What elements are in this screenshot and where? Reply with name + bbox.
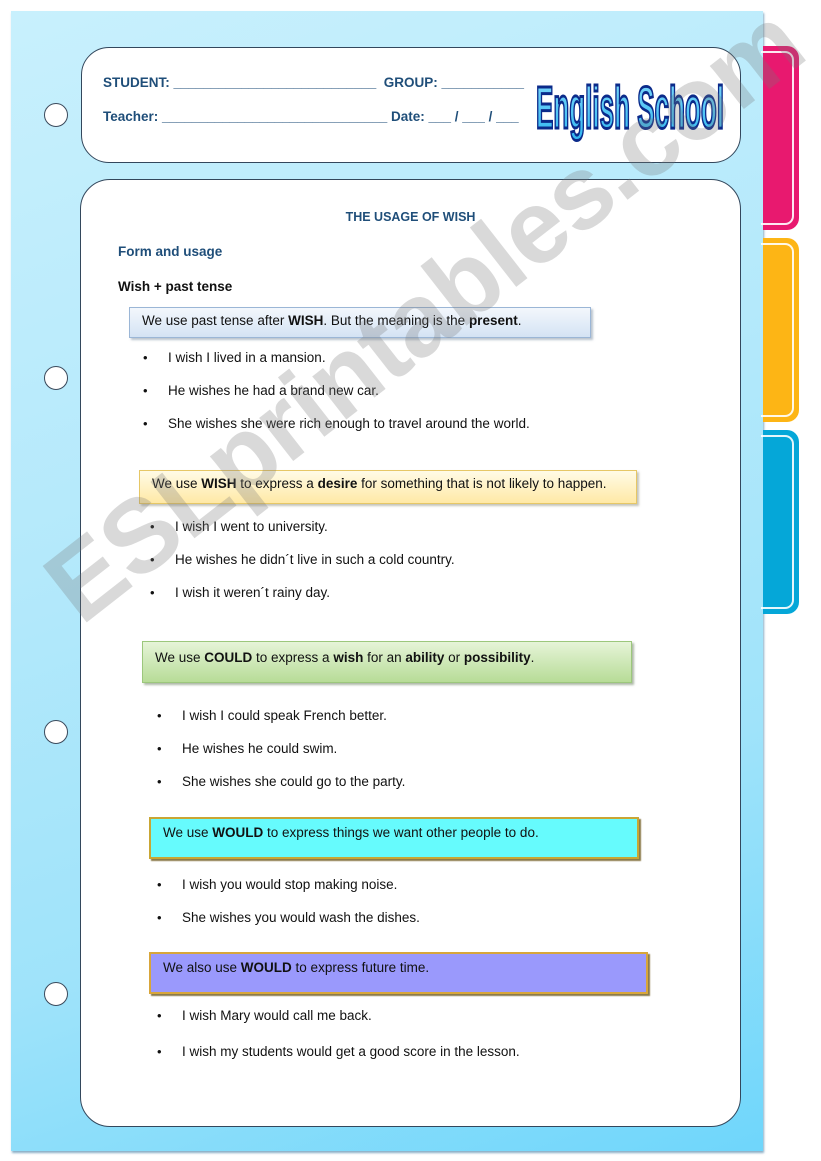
example-sentence: I wish it weren´t rainy day. <box>150 585 455 618</box>
logo-text: English School <box>536 76 724 142</box>
english-school-logo: English School <box>535 75 726 143</box>
example-sentence: I wish I could speak French better. <box>157 708 405 741</box>
student-group-line: STUDENT: ___________________________ GRO… <box>103 75 525 90</box>
lesson-title: THE USAGE OF WISH <box>345 210 476 224</box>
rule-text: to express things we want other people t… <box>263 825 539 840</box>
example-list: I wish Mary would call me back.I wish my… <box>157 1008 520 1080</box>
rule-text: to express a <box>236 476 318 491</box>
student-info-card: STUDENT: ___________________________ GRO… <box>81 47 741 163</box>
rule-keyword: possibility <box>463 650 531 665</box>
rule-keyword: WISH <box>288 313 324 328</box>
example-sentence: He wishes he didn´t live in such a cold … <box>150 552 455 585</box>
lesson-card: THE USAGE OF WISH Form and usage Wish + … <box>80 179 741 1127</box>
section-heading: Form and usage <box>118 244 223 259</box>
rule-text: . But the meaning is the <box>323 313 469 328</box>
rule-text: We use <box>152 476 202 491</box>
example-sentence: I wish I lived in a mansion. <box>143 350 530 383</box>
rule-keyword: WOULD <box>212 825 264 840</box>
binder-hole <box>44 366 68 390</box>
example-list: I wish I lived in a mansion.He wishes he… <box>143 350 530 449</box>
divider-tab-blue <box>761 430 799 614</box>
binder-hole <box>44 982 68 1006</box>
example-list: I wish I went to university.He wishes he… <box>150 519 455 618</box>
example-sentence: He wishes he could swim. <box>157 741 405 774</box>
rule-keyword: COULD <box>204 650 253 665</box>
example-sentence: She wishes you would wash the dishes. <box>157 910 420 943</box>
rule-text: We use past tense after <box>142 313 289 328</box>
example-sentence: He wishes he had a brand new car. <box>143 383 530 416</box>
binder-hole <box>44 103 68 127</box>
rule-keyword: wish <box>333 650 364 665</box>
divider-tab-yellow <box>761 238 799 422</box>
example-sentence: She wishes she were rich enough to trave… <box>143 416 530 449</box>
rule-text: . <box>517 313 522 328</box>
example-list: I wish I could speak French better.He wi… <box>157 708 405 807</box>
example-sentence: I wish I went to university. <box>150 519 455 552</box>
rule-text: or <box>444 650 464 665</box>
teacher-date-line: Teacher: ______________________________ … <box>103 109 519 124</box>
rule-text: . <box>530 650 535 665</box>
rule-keyword: ability <box>405 650 445 665</box>
example-sentence: I wish my students would get a good scor… <box>157 1044 520 1080</box>
rule-box-past-tense: We use past tense after WISH. But the me… <box>129 307 591 338</box>
binder-hole <box>44 720 68 744</box>
example-sentence: I wish Mary would call me back. <box>157 1008 520 1044</box>
rule-keyword: desire <box>317 476 358 491</box>
rule-text: We use <box>155 650 205 665</box>
divider-tab-pink <box>761 46 799 230</box>
rule-keyword: present <box>468 313 518 328</box>
rule-box-would-future: We also use WOULD to express future time… <box>149 952 648 994</box>
example-sentence: She wishes she could go to the party. <box>157 774 405 807</box>
rule-text: We use <box>163 825 213 840</box>
rule-text: for an <box>363 650 406 665</box>
rule-box-would-others: We use WOULD to express things we want o… <box>149 817 639 859</box>
rule-text: to express a <box>252 650 334 665</box>
subheading: Wish + past tense <box>118 279 233 294</box>
rule-text: for something that is not likely to happ… <box>357 476 607 491</box>
rule-keyword: WOULD <box>240 960 292 975</box>
example-sentence: I wish you would stop making noise. <box>157 877 420 910</box>
example-list: I wish you would stop making noise.She w… <box>157 877 420 943</box>
rule-keyword: WISH <box>201 476 237 491</box>
rule-box-could: We use COULD to express a wish for an ab… <box>142 641 632 683</box>
rule-text: to express future time. <box>291 960 430 975</box>
rule-text: We also use <box>163 960 241 975</box>
rule-box-desire: We use WISH to express a desire for some… <box>139 470 637 504</box>
